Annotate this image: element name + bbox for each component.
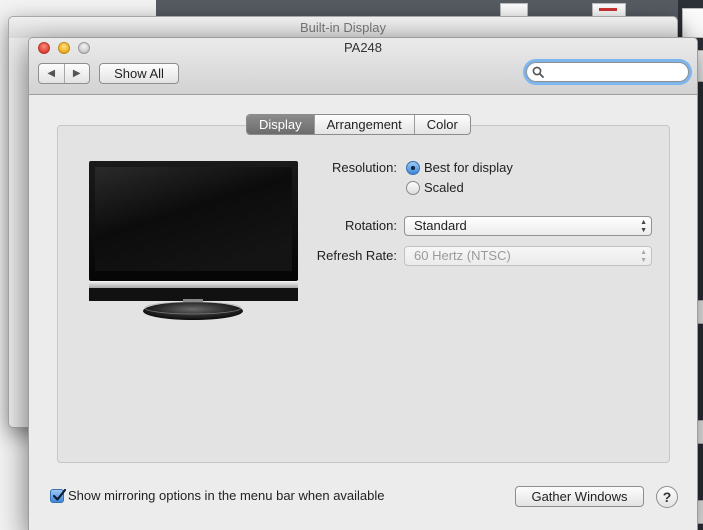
- window-title: PA248: [343, 40, 383, 55]
- monitor-illustration: [89, 161, 298, 320]
- rotation-label: Rotation:: [344, 218, 397, 233]
- back-button[interactable]: ◀: [39, 64, 64, 83]
- mirroring-option[interactable]: Show mirroring options in the menu bar w…: [50, 488, 385, 503]
- search-icon: [532, 66, 544, 78]
- updown-arrows-icon: ▲ ▼: [640, 249, 647, 264]
- tab-arrangement[interactable]: Arrangement: [313, 115, 414, 134]
- desktop-file-icon[interactable]: [682, 8, 703, 38]
- refresh-rate-popup: 60 Hertz (NTSC) ▲ ▼: [404, 246, 652, 266]
- refresh-rate-value: 60 Hertz (NTSC): [414, 248, 511, 263]
- gather-windows-button[interactable]: Gather Windows: [515, 486, 644, 507]
- resolution-label: Resolution:: [331, 160, 397, 175]
- tab-display[interactable]: Display: [247, 115, 314, 134]
- mirroring-checkbox[interactable]: [50, 488, 67, 503]
- updown-arrows-icon: ▲ ▼: [640, 219, 647, 234]
- resolution-scaled-option[interactable]: Scaled: [406, 180, 464, 195]
- forward-button[interactable]: ▶: [63, 64, 90, 83]
- forward-arrow-icon: ▶: [72, 68, 81, 79]
- resolution-best-option[interactable]: Best for display: [406, 160, 513, 175]
- resolution-best-label: Best for display: [424, 160, 513, 175]
- back-forward-control: ◀ ▶: [38, 63, 90, 84]
- search-input[interactable]: [547, 64, 681, 80]
- tab-color[interactable]: Color: [413, 115, 470, 134]
- title-bar[interactable]: PA248 ◀ ▶ Show All: [29, 38, 697, 95]
- resolution-scaled-label: Scaled: [424, 180, 464, 195]
- mirroring-label: Show mirroring options in the menu bar w…: [68, 488, 385, 503]
- radio-button[interactable]: [406, 180, 420, 195]
- background-window-title: Built-in Display: [9, 17, 677, 38]
- checkmark-icon: [52, 488, 67, 501]
- preference-tabs: Display Arrangement Color: [246, 114, 471, 135]
- back-arrow-icon: ◀: [47, 68, 56, 79]
- rotation-popup[interactable]: Standard ▲ ▼: [404, 216, 652, 236]
- refresh-rate-label: Refresh Rate:: [316, 248, 397, 263]
- help-button[interactable]: ?: [656, 486, 678, 508]
- show-all-button[interactable]: Show All: [99, 63, 179, 84]
- display-preferences-window: PA248 ◀ ▶ Show All Display Arrangement C…: [28, 37, 698, 530]
- radio-button-selected[interactable]: [406, 160, 420, 175]
- search-field[interactable]: [526, 62, 689, 82]
- help-icon: ?: [662, 489, 672, 505]
- rotation-value: Standard: [414, 218, 467, 233]
